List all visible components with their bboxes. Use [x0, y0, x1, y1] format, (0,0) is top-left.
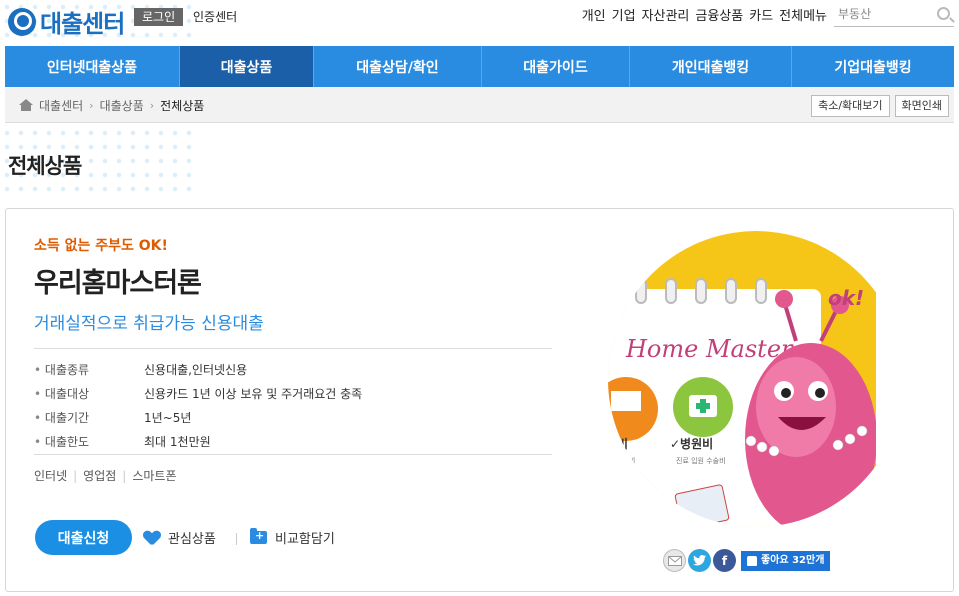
search-input[interactable]	[834, 3, 930, 25]
product-channels: 인터넷 영업점 스마트폰	[34, 467, 177, 484]
add-to-compare-button[interactable]: 비교함담기	[250, 528, 335, 547]
divider	[34, 454, 552, 455]
spec-value: 신용대출,인터넷신용	[144, 362, 248, 377]
print-button[interactable]: 화면인쇄	[894, 95, 949, 117]
auth-center-link[interactable]: 인증센터	[193, 8, 237, 26]
channel-branch: 영업점	[67, 467, 116, 484]
breadcrumb-separator: ›	[89, 98, 94, 112]
favorite-button[interactable]: 관심상품	[144, 528, 216, 547]
gnb-internet-loan[interactable]: 인터넷대출상품	[5, 46, 180, 87]
page-title: 전체상품	[8, 154, 82, 178]
spec-value: 1년~5년	[144, 410, 192, 425]
spec-key: 대출기간	[34, 409, 144, 426]
favorite-label: 관심상품	[168, 532, 216, 547]
compare-label: 비교함담기	[275, 532, 335, 547]
spec-value: 신용카드 1년 이상 보유 및 주거래요건 충족	[144, 386, 363, 401]
woori-logo-icon	[8, 7, 36, 36]
badge-right-label: ✓병원비	[670, 436, 713, 451]
gnb-business-loan-banking[interactable]: 기업대출뱅킹	[792, 46, 954, 87]
email-share-icon[interactable]	[663, 549, 686, 572]
util-nav-business[interactable]: 기업	[612, 8, 636, 26]
product-tagline: 소득 없는 주부도 OK!	[34, 238, 168, 254]
spec-row: 대출대상 신용카드 1년 이상 보유 및 주거래요건 충족	[34, 381, 552, 405]
spec-row: 대출기간 1년~5년	[34, 405, 552, 429]
page-tools: 축소/확대보기 화면인쇄	[811, 95, 949, 117]
product-name: 우리홈마스터론	[34, 268, 202, 299]
like-label: 좋아요 32만개	[761, 554, 825, 566]
facebook-like-button[interactable]: 좋아요 32만개	[741, 550, 831, 571]
badge-right-sublabel: 진료 입원 수술비	[676, 456, 726, 465]
gnb-loan-consult[interactable]: 대출상담/확인	[314, 46, 482, 87]
search-icon[interactable]	[937, 7, 950, 20]
zoom-button[interactable]: 축소/확대보기	[811, 95, 890, 117]
apply-loan-button[interactable]: 대출신청	[35, 520, 132, 555]
logo-text: 대출센터	[40, 10, 125, 38]
spec-row: 대출종류 신용대출,인터넷신용	[34, 357, 552, 381]
breadcrumb-separator: ›	[149, 98, 155, 112]
breadcrumb: 대출센터 › 대출상품 › 전체상품	[19, 87, 204, 123]
product-card: 소득 없는 주부도 OK! 우리홈마스터론 거래실적으로 취급가능 신용대출 대…	[5, 208, 954, 592]
product-specs: 대출종류 신용대출,인터넷신용 대출대상 신용카드 1년 이상 보유 및 주거래…	[34, 357, 552, 453]
login-button[interactable]: 로그인	[134, 8, 184, 26]
main-navigation: 인터넷대출상품 대출상품 대출상담/확인 대출가이드 개인대출뱅킹 기업대출뱅킹	[5, 46, 954, 87]
channel-internet: 인터넷	[34, 469, 68, 483]
util-nav-financial-products[interactable]: 금융상품	[695, 8, 743, 26]
breadcrumb-item-loan-center[interactable]: 대출센터	[39, 97, 83, 114]
spec-key: 대출한도	[34, 433, 144, 450]
spec-value: 최대 1천만원	[144, 434, 211, 449]
twitter-icon[interactable]	[688, 549, 711, 572]
folder-add-icon	[250, 528, 267, 544]
heart-icon	[144, 531, 160, 545]
spec-key: 대출대상	[34, 385, 144, 402]
thumbs-up-icon	[747, 555, 757, 566]
divider	[236, 533, 237, 545]
breadcrumb-item-loan-products[interactable]: 대출상품	[100, 97, 144, 114]
illustration-title: Home Master	[625, 335, 794, 363]
social-share: f 좋아요 32만개	[663, 549, 831, 572]
badge-left-sublabel: 레슨비	[616, 456, 635, 465]
util-nav-all-menu[interactable]: 전체메뉴	[779, 8, 827, 26]
gnb-personal-loan-banking[interactable]: 개인대출뱅킹	[630, 46, 792, 87]
breadcrumb-item-current: 전체상품	[160, 98, 205, 113]
badge-left-label: 육비	[606, 436, 628, 451]
channel-smartphone: 스마트폰	[116, 467, 176, 484]
util-nav-asset[interactable]: 자산관리	[642, 8, 690, 26]
home-icon[interactable]	[19, 99, 33, 111]
top-header: 대출센터 로그인 인증센터 개인 기업 자산관리 금융상품 카드 전체메뉴	[0, 0, 959, 46]
gnb-loan-products[interactable]: 대출상품	[180, 46, 314, 87]
breadcrumb-bar: 대출센터 › 대출상품 › 전체상품 축소/확대보기 화면인쇄	[5, 87, 954, 123]
facebook-icon[interactable]: f	[713, 549, 736, 572]
search-box	[834, 3, 954, 27]
ok-text: ok!	[828, 286, 864, 310]
spec-row: 대출한도 최대 1천만원	[34, 429, 552, 453]
spec-key: 대출종류	[34, 361, 144, 378]
product-subtitle: 거래실적으로 취급가능 신용대출	[34, 314, 264, 334]
site-logo[interactable]: 대출센터	[8, 4, 125, 39]
gnb-loan-guide[interactable]: 대출가이드	[482, 46, 630, 87]
divider	[34, 348, 552, 349]
product-illustration: Home Master 육비 레슨비 ✓병원비 진료 입원 수술비 ok!	[606, 231, 876, 527]
util-nav-card[interactable]: 카드	[749, 8, 773, 26]
utility-nav: 개인 기업 자산관리 금융상품 카드 전체메뉴	[582, 8, 827, 26]
util-nav-personal[interactable]: 개인	[582, 8, 606, 26]
